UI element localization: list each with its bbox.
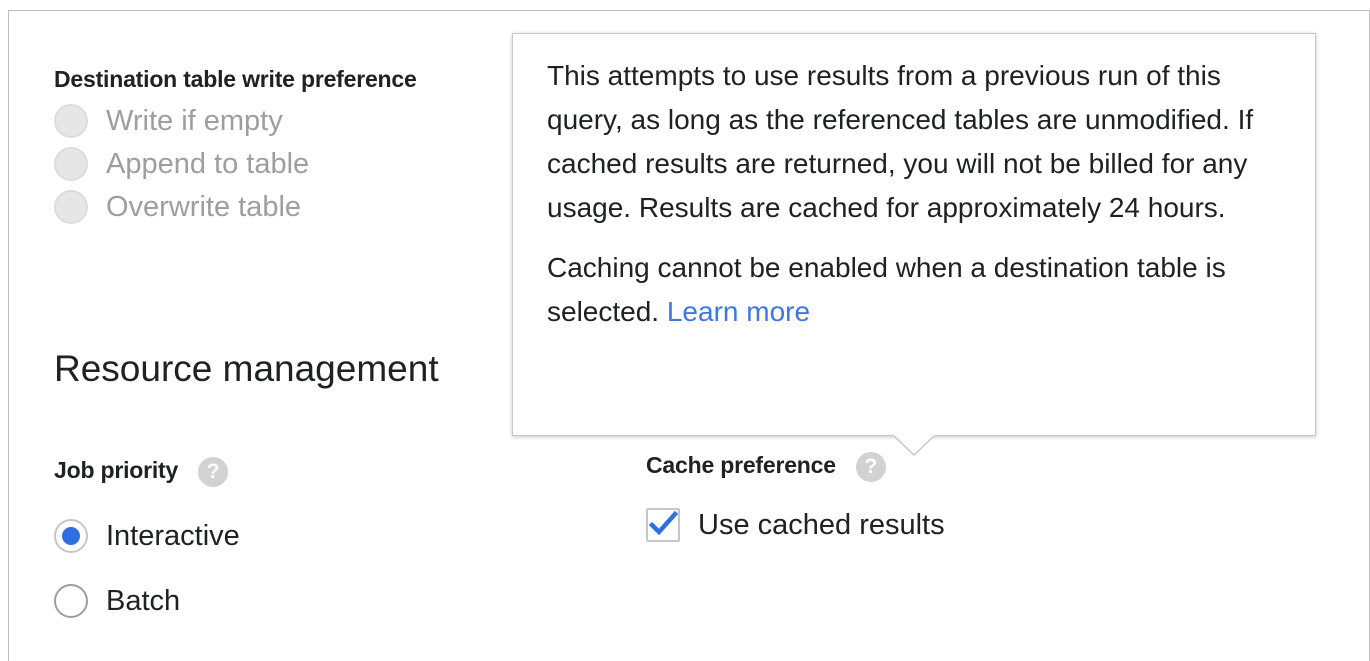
- radio-label: Append to table: [106, 147, 310, 180]
- checkmark-icon: [648, 510, 679, 536]
- radio-button[interactable]: [54, 584, 88, 618]
- tooltip-text: Caching cannot be enabled when a destina…: [547, 252, 1226, 327]
- radio-button[interactable]: [54, 147, 88, 181]
- job-priority-label: Job priority: [54, 457, 179, 484]
- tooltip-arrow: [893, 434, 935, 456]
- write-preference-label: Destination table write preference: [54, 66, 417, 92]
- radio-label: Overwrite table: [106, 190, 302, 223]
- radio-label: Interactive: [106, 519, 240, 552]
- radio-button[interactable]: [54, 190, 88, 224]
- cache-help-tooltip: This attempts to use results from a prev…: [512, 33, 1316, 436]
- job-priority-section: Job priority?: [54, 457, 229, 487]
- checkbox-label: Use cached results: [698, 508, 945, 541]
- learn-more-link[interactable]: Learn more: [667, 296, 810, 327]
- radio-button[interactable]: [54, 104, 88, 138]
- radio-label: Write if empty: [106, 104, 283, 137]
- resource-management-heading: Resource management: [54, 348, 439, 389]
- checkbox[interactable]: [646, 508, 680, 542]
- help-icon[interactable]: ?: [198, 457, 229, 487]
- help-icon[interactable]: ?: [855, 452, 886, 482]
- radio-append-to-table[interactable]: Append to table: [54, 147, 309, 181]
- radio-write-if-empty[interactable]: Write if empty: [54, 104, 283, 138]
- radio-button-selected[interactable]: [54, 519, 88, 553]
- radio-label: Batch: [106, 584, 181, 617]
- cache-preference-label: Cache preference: [646, 452, 836, 479]
- use-cached-results-checkbox[interactable]: Use cached results: [646, 508, 945, 542]
- radio-batch[interactable]: Batch: [54, 584, 180, 618]
- radio-overwrite-table[interactable]: Overwrite table: [54, 190, 301, 224]
- tooltip-paragraph: Caching cannot be enabled when a destina…: [547, 246, 1285, 334]
- radio-interactive[interactable]: Interactive: [54, 519, 240, 553]
- tooltip-paragraph: This attempts to use results from a prev…: [547, 60, 1254, 223]
- cache-preference-section: Cache preference?: [646, 452, 886, 482]
